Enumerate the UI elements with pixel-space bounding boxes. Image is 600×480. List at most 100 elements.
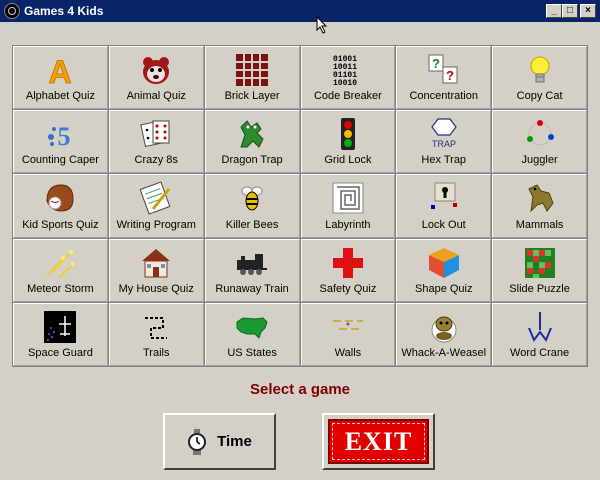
game-tile-word-crane[interactable]: Word Crane xyxy=(492,302,587,366)
game-tile-label: Walls xyxy=(334,347,362,359)
hexagon-trap-icon: TRAP xyxy=(427,117,461,151)
game-tile-grid-lock[interactable]: Grid Lock xyxy=(300,110,396,174)
game-tile-killer-bees[interactable]: Killer Bees xyxy=(204,174,300,238)
game-tile-label: Safety Quiz xyxy=(319,282,377,295)
game-tile-label: Concentration xyxy=(409,90,478,103)
keyhole-icon xyxy=(427,181,461,215)
exit-sign: EXIT xyxy=(328,419,429,464)
train-icon xyxy=(235,246,269,280)
minimize-button[interactable]: _ xyxy=(546,4,562,18)
game-tile-label: US States xyxy=(227,347,277,359)
game-tile-label: Writing Program xyxy=(116,218,196,231)
mammal-icon xyxy=(523,181,557,215)
game-tile-copy-cat[interactable]: Copy Cat xyxy=(492,46,587,110)
game-tile-meteor-storm[interactable]: Meteor Storm xyxy=(13,238,108,302)
meteor-icon xyxy=(43,246,77,280)
game-tile-label: My House Quiz xyxy=(118,282,194,295)
game-tile-label: Copy Cat xyxy=(516,90,563,103)
exit-button-label: EXIT xyxy=(344,426,413,456)
svg-text:TRAP: TRAP xyxy=(432,139,456,149)
game-tile-writing-program[interactable]: Writing Program xyxy=(108,174,204,238)
mouse-cursor-icon xyxy=(316,16,328,34)
game-tile-slide-puzzle[interactable]: Slide Puzzle xyxy=(492,238,587,302)
cube-icon xyxy=(427,246,461,280)
game-tile-label: Counting Caper xyxy=(21,154,99,167)
game-tile-label: Kid Sports Quiz xyxy=(22,218,99,231)
maximize-button[interactable]: □ xyxy=(562,4,578,18)
game-tile-alphabet-quiz[interactable]: A Alphabet Quiz xyxy=(13,46,108,110)
svg-text:5: 5 xyxy=(58,122,71,151)
game-tile-kid-sports-quiz[interactable]: Kid Sports Quiz xyxy=(13,174,108,238)
svg-text:?: ? xyxy=(432,56,440,71)
svg-text:A: A xyxy=(49,54,72,87)
game-tile-label: Crazy 8s xyxy=(134,154,178,167)
exit-button[interactable]: EXIT xyxy=(322,413,435,470)
time-button[interactable]: Time xyxy=(163,413,276,470)
game-tile-label: Slide Puzzle xyxy=(509,282,570,295)
game-tile-my-house-quiz[interactable]: My House Quiz xyxy=(108,238,204,302)
window-title: Games 4 Kids xyxy=(24,4,104,18)
bee-icon xyxy=(235,181,269,215)
binary-code-icon: 01001 10011 01101 10010 xyxy=(331,53,365,87)
trail-path-icon xyxy=(139,310,173,344)
game-tile-hex-trap[interactable]: TRAP Hex Trap xyxy=(396,110,492,174)
game-tile-label: Grid Lock xyxy=(324,154,372,167)
slide-puzzle-icon xyxy=(523,246,557,280)
game-tile-safety-quiz[interactable]: Safety Quiz xyxy=(300,238,396,302)
letter-a-icon: A xyxy=(43,53,77,87)
game-tile-label: Alphabet Quiz xyxy=(25,90,95,103)
game-tile-animal-quiz[interactable]: Animal Quiz xyxy=(108,46,204,110)
game-tile-space-guard[interactable]: Space Guard xyxy=(13,302,108,366)
traffic-light-icon xyxy=(331,117,365,151)
game-tile-crazy-8s[interactable]: Crazy 8s xyxy=(108,110,204,174)
space-guard-icon xyxy=(43,310,77,344)
game-tile-walls[interactable]: Walls xyxy=(300,302,396,366)
game-tile-label: Shape Quiz xyxy=(415,282,473,295)
game-tile-mammals[interactable]: Mammals xyxy=(492,174,587,238)
lightbulb-icon xyxy=(523,53,557,87)
game-tile-label: Word Crane xyxy=(510,347,570,359)
red-cross-icon xyxy=(331,246,365,280)
game-tile-brick-layer[interactable]: Brick Layer xyxy=(204,46,300,110)
game-grid: A Alphabet Quiz Animal Quiz Brick Layer 0100… xyxy=(12,45,588,367)
game-tile-runaway-train[interactable]: Runaway Train xyxy=(204,238,300,302)
title-bar[interactable]: Games 4 Kids _ □ × xyxy=(0,0,600,22)
select-game-prompt: Select a game xyxy=(249,381,351,398)
svg-text:10010: 10010 xyxy=(333,79,357,87)
dragon-icon xyxy=(235,117,269,151)
game-tile-concentration[interactable]: ?? Concentration xyxy=(396,46,492,110)
game-tile-dragon-trap[interactable]: Dragon Trap xyxy=(204,110,300,174)
maze-icon xyxy=(331,181,365,215)
game-tile-whack-a-weasel[interactable]: Whack-A-Weasel xyxy=(396,302,492,366)
number-five-icon: 5 xyxy=(43,117,77,151)
game-tile-code-breaker[interactable]: 01001 10011 01101 10010 Code Breaker xyxy=(300,46,396,110)
crane-icon xyxy=(523,310,557,344)
game-tile-counting-caper[interactable]: 5 Counting Caper xyxy=(13,110,108,174)
game-tile-label: Juggler xyxy=(521,154,558,167)
game-tile-shape-quiz[interactable]: Shape Quiz xyxy=(396,238,492,302)
game-tile-label: Space Guard xyxy=(28,347,93,359)
svg-text:?: ? xyxy=(446,68,454,83)
baseball-glove-icon xyxy=(43,181,77,215)
game-tile-label: Trails xyxy=(143,347,170,359)
notepad-pencil-icon xyxy=(139,181,173,216)
game-tile-lock-out[interactable]: Lock Out xyxy=(396,174,492,238)
stopwatch-icon xyxy=(188,428,207,455)
house-icon xyxy=(139,246,173,280)
game-tile-trails[interactable]: Trails xyxy=(108,302,204,366)
us-map-icon xyxy=(235,310,269,344)
game-tile-juggler[interactable]: Juggler xyxy=(492,110,587,174)
game-tile-label: Lock Out xyxy=(421,218,466,231)
app-icon[interactable] xyxy=(4,3,20,19)
game-tile-label: Whack-A-Weasel xyxy=(401,347,487,359)
game-tile-label: Code Breaker xyxy=(313,90,382,103)
close-button[interactable]: × xyxy=(580,4,596,18)
game-tile-label: Animal Quiz xyxy=(126,90,186,103)
question-cards-icon: ?? xyxy=(427,53,461,87)
game-tile-us-states[interactable]: US States xyxy=(204,302,300,366)
game-tile-labyrinth[interactable]: Labyrinth xyxy=(300,174,396,238)
brick-grid-icon xyxy=(235,53,269,87)
game-tile-label: Labyrinth xyxy=(325,218,371,231)
game-tile-label: Brick Layer xyxy=(224,90,280,103)
juggling-balls-icon xyxy=(523,117,557,151)
